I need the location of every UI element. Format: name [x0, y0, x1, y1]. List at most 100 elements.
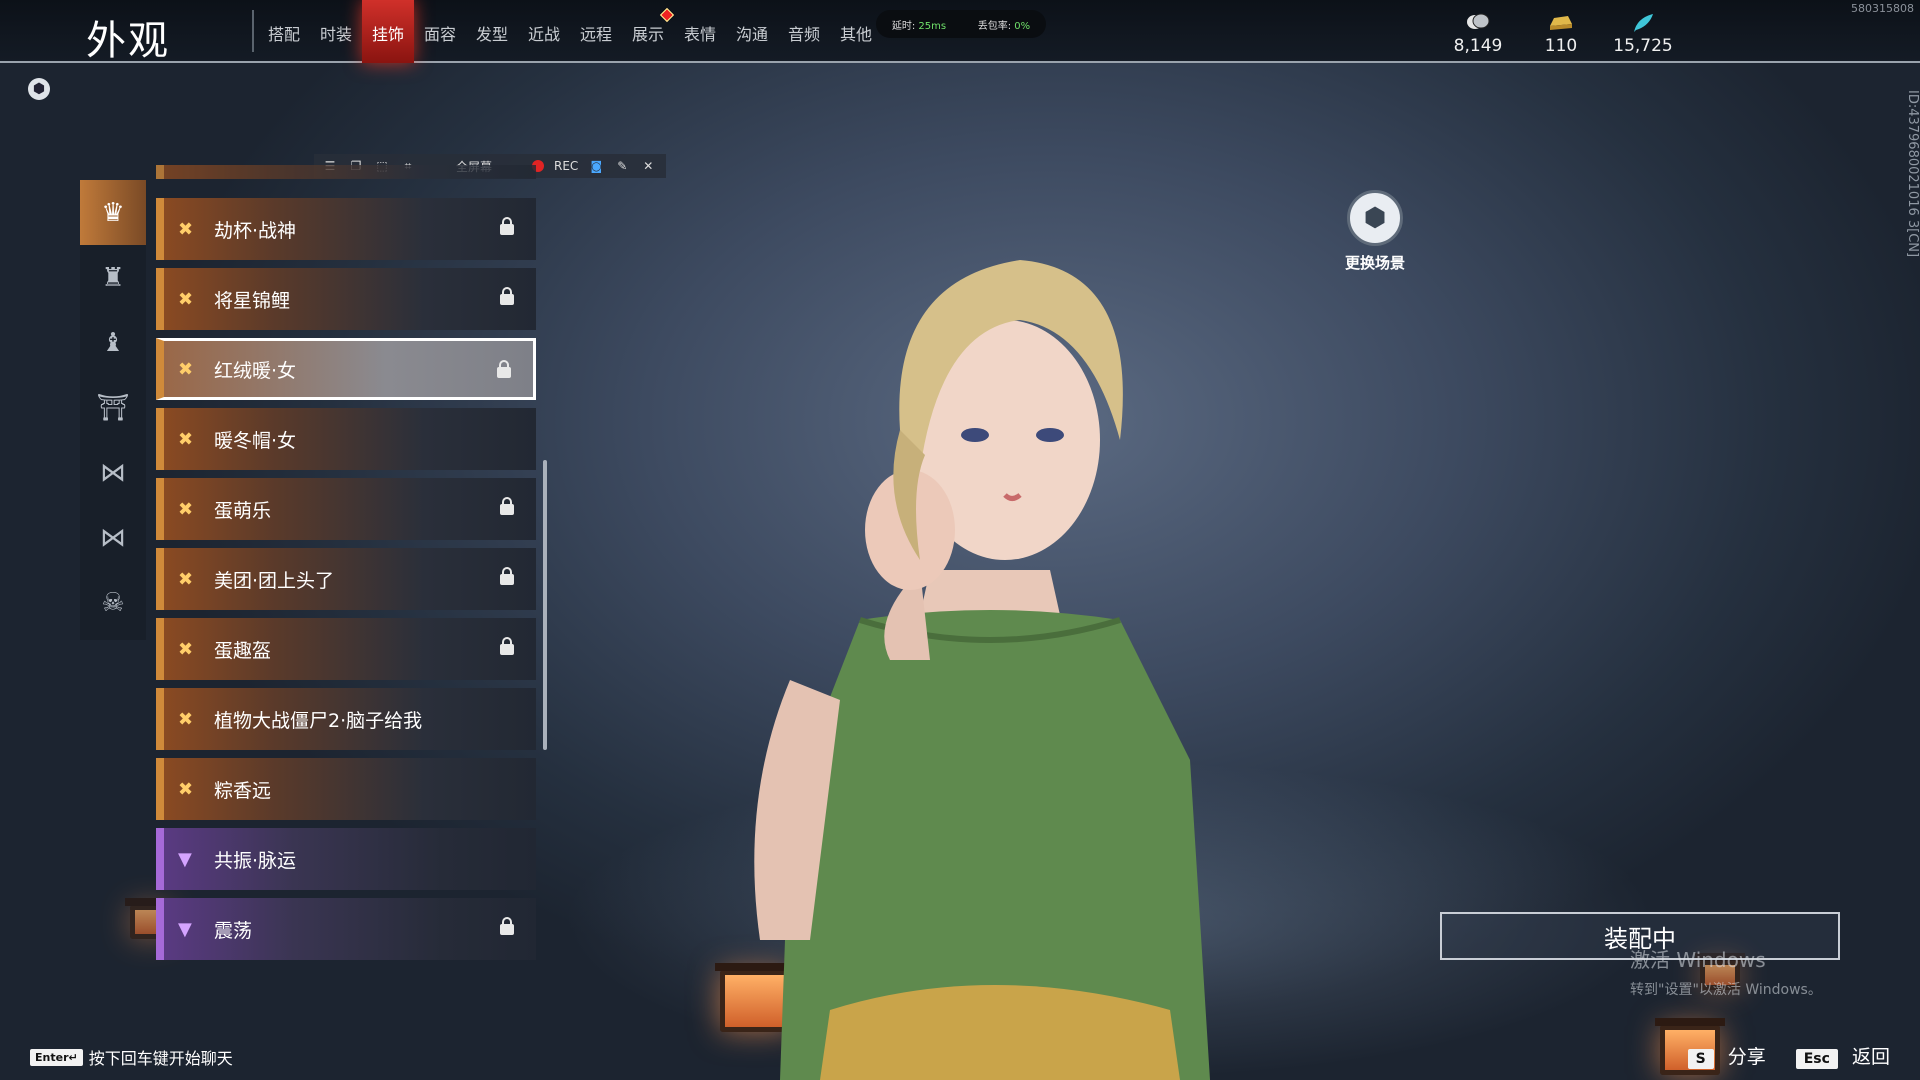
tab-accessories[interactable]: 挂饰 — [362, 0, 414, 63]
tab-ranged[interactable]: 远程 — [570, 0, 622, 63]
change-scene-button[interactable]: ⬢ 更换场景 — [1320, 190, 1430, 273]
tab-showcase[interactable]: 展示 — [622, 0, 675, 63]
packet-loss-label: 丢包率: — [977, 20, 1012, 32]
helmet-icon: ♛ — [101, 197, 125, 228]
lock-icon — [500, 917, 514, 935]
shoulder-icon: ⛩ — [96, 392, 130, 423]
slot-waist[interactable]: ⋈ — [80, 440, 146, 505]
title-divider — [252, 10, 254, 52]
latency-readout: 延时: 25ms — [892, 17, 946, 32]
list-item[interactable]: ✖ 劫杯·战神 — [156, 198, 536, 260]
quality-epic-icon: ▼ — [178, 848, 192, 870]
share-key: S — [1687, 1049, 1714, 1069]
quality-epic-icon: ▼ — [178, 918, 192, 940]
list-item[interactable]: ✖ 粽香远 — [156, 758, 536, 820]
item-name: 美团·团上头了 — [214, 569, 335, 592]
item-name: 蛋趣盔 — [214, 639, 272, 662]
top-bar: 外观 搭配 时装 挂饰 面容 发型 近战 远程 展示 表情 沟通 音频 其他 延… — [0, 0, 1920, 64]
item-name: 植物大战僵尸2·脑子给我 — [214, 709, 423, 732]
bow-icon: ⋈ — [100, 522, 126, 553]
latency-label: 延时: — [891, 20, 916, 32]
back-label: 返回 — [1851, 1046, 1890, 1068]
category-tabs: 搭配 时装 挂饰 面容 发型 近战 远程 展示 表情 沟通 音频 其他 — [258, 0, 882, 63]
back-button[interactable]: Esc 返回 — [1795, 1042, 1890, 1069]
tab-communication[interactable]: 沟通 — [726, 0, 778, 63]
quality-legendary-icon: ✖ — [178, 288, 194, 310]
feather-icon — [1608, 12, 1678, 34]
tab-fashion[interactable]: 时装 — [310, 0, 362, 63]
tab-audio[interactable]: 音频 — [778, 0, 830, 63]
packet-loss-value: 0% — [1014, 20, 1031, 32]
character-model — [754, 260, 1210, 1080]
list-item[interactable]: ✖ 美团·团上头了 — [156, 548, 536, 610]
close-icon[interactable]: ✕ — [640, 159, 656, 173]
tab-outfit-set[interactable]: 搭配 — [258, 0, 310, 63]
slot-mask[interactable]: ♜ — [80, 245, 146, 310]
bottom-actions: S 分享 Esc 返回 — [1687, 1042, 1890, 1069]
currency-feather: 15,725 — [1608, 12, 1678, 56]
lock-icon — [500, 497, 514, 515]
lock-icon — [500, 637, 514, 655]
latency-value: 25ms — [918, 20, 947, 32]
slot-shoulder[interactable]: ⛩ — [80, 375, 146, 440]
windows-activation-watermark: 激活 Windows 转到"设置"以激活 Windows。 — [1630, 944, 1822, 999]
list-item[interactable]: ✖ 植物大战僵尸2·脑子给我 — [156, 688, 536, 750]
camera-icon[interactable]: ◙ — [588, 159, 604, 173]
item-name: 震荡 — [214, 919, 253, 942]
pen-icon[interactable]: ✎ — [614, 159, 630, 173]
tab-other[interactable]: 其他 — [830, 0, 882, 63]
accessory-list: ✖ 劫杯·战神 ✖ 将星锦鲤 ✖ 红绒暖·女 ✖ 暖冬帽·女 ✖ 蛋萌乐 ✖ 美… — [156, 165, 536, 960]
tab-face[interactable]: 面容 — [414, 0, 466, 63]
waist-ornament-icon: ⋈ — [100, 457, 126, 488]
item-name: 将星锦鲤 — [214, 289, 291, 312]
quality-legendary-icon: ✖ — [178, 638, 194, 660]
slot-demon-mask[interactable]: ☠ — [80, 570, 146, 635]
tab-showcase-label: 展示 — [631, 24, 664, 44]
packet-loss-readout: 丢包率: 0% — [978, 17, 1030, 32]
list-item[interactable]: ✖ 暖冬帽·女 — [156, 408, 536, 470]
list-item[interactable]: ✖ 蛋趣盔 — [156, 618, 536, 680]
lock-icon — [497, 360, 511, 378]
share-label: 分享 — [1727, 1046, 1766, 1068]
tab-melee[interactable]: 近战 — [518, 0, 570, 63]
mask-icon: ♜ — [101, 262, 125, 293]
settings-icon[interactable]: ⬢ — [28, 78, 50, 100]
slot-helmet[interactable]: ♛ — [80, 180, 146, 245]
list-item[interactable] — [156, 165, 536, 179]
list-item[interactable]: ▼ 共振·脉运 — [156, 828, 536, 890]
enter-key-icon: Enter↵ — [30, 1048, 83, 1066]
cube-icon: ⬢ — [1347, 190, 1403, 246]
list-item[interactable]: ✖ 蛋萌乐 — [156, 478, 536, 540]
back-ornament-icon: ♝ — [101, 327, 125, 358]
feather-value: 15,725 — [1613, 36, 1673, 56]
gold-ingot-icon — [1526, 12, 1596, 34]
lock-icon — [500, 217, 514, 235]
list-item[interactable]: ▼ 震荡 — [156, 898, 536, 960]
chat-hint-text: 按下回车键开始聊天 — [88, 1049, 233, 1068]
slot-bow[interactable]: ⋈ — [80, 505, 146, 570]
demon-face-icon: ☠ — [101, 587, 125, 618]
item-name: 暖冬帽·女 — [214, 429, 297, 452]
lock-icon — [500, 287, 514, 305]
item-name: 粽香远 — [214, 779, 272, 802]
tab-emotes[interactable]: 表情 — [674, 0, 726, 63]
list-item[interactable]: ✖ 将星锦鲤 — [156, 268, 536, 330]
item-name: 共振·脉运 — [214, 849, 297, 872]
slot-back[interactable]: ♝ — [80, 310, 146, 375]
coin-stack-icon — [1443, 12, 1513, 34]
change-scene-label: 更换场景 — [1344, 254, 1405, 272]
tab-hairstyle[interactable]: 发型 — [466, 0, 518, 63]
chat-hint: Enter↵ 按下回车键开始聊天 — [30, 1045, 233, 1069]
page-title: 外观 — [86, 18, 170, 64]
item-name: 劫杯·战神 — [214, 219, 297, 242]
rec-label[interactable]: REC — [554, 159, 578, 173]
list-item-selected[interactable]: ✖ 红绒暖·女 — [156, 338, 536, 400]
watermark-line2: 转到"设置"以激活 Windows。 — [1630, 982, 1822, 998]
quality-legendary-icon: ✖ — [178, 568, 194, 590]
share-button[interactable]: S 分享 — [1687, 1042, 1766, 1069]
item-name: 红绒暖·女 — [214, 359, 297, 382]
coins-value: 8,149 — [1453, 36, 1503, 56]
item-name: 蛋萌乐 — [214, 499, 272, 522]
quality-legendary-icon: ✖ — [178, 218, 194, 240]
list-scrollbar[interactable] — [543, 460, 547, 750]
